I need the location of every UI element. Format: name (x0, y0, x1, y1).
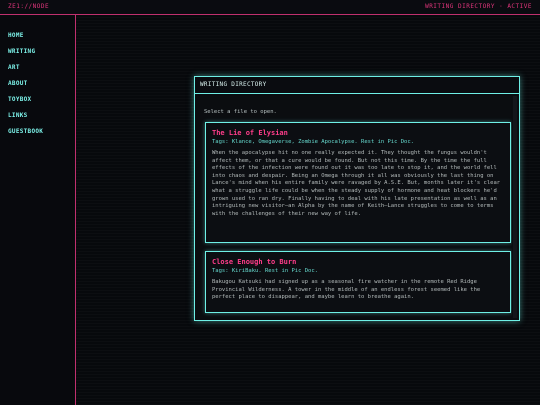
story-tags: Tags: KiriBaku. Rest in Pic Doc. (212, 268, 318, 274)
directory-scrollbar[interactable] (512, 96, 518, 318)
story-card[interactable]: Close Enough to Burn Tags: KiriBaku. Res… (205, 251, 511, 313)
story-summary: When the apocalypse hit no one really ex… (212, 150, 501, 217)
scrollbar-thumb[interactable] (513, 96, 517, 318)
directory-content: Select a file to open. The Lie of Elysia… (196, 96, 511, 318)
sidebar: HOME WRITING ART ABOUT TOYBOX LINKS GUES… (0, 15, 76, 405)
story-tags: Tags: Klance, Omegaverse, Zombie Apocaly… (212, 139, 414, 145)
sidebar-item-about[interactable]: ABOUT (8, 80, 43, 96)
window-title: WRITING DIRECTORY (195, 77, 519, 94)
story-title[interactable]: The Lie of Elysian (212, 128, 504, 138)
story-title[interactable]: Close Enough to Burn (212, 257, 504, 267)
sidebar-item-guestbook[interactable]: GUESTBOOK (8, 128, 43, 144)
story-summary: Bakugou Katsuki had signed up as a seaso… (212, 279, 481, 301)
sidebar-item-toybox[interactable]: TOYBOX (8, 96, 43, 112)
top-bar: ZE1://NODE WRITING DIRECTORY · ACTIVE (0, 0, 540, 15)
writing-directory-window: WRITING DIRECTORY Select a file to open.… (194, 76, 520, 321)
sidebar-item-writing[interactable]: WRITING (8, 48, 43, 64)
story-card[interactable]: The Lie of Elysian Tags: Klance, Omegave… (205, 122, 511, 243)
sidebar-item-home[interactable]: HOME (8, 32, 43, 48)
sidebar-item-art[interactable]: ART (8, 64, 43, 80)
site-brand[interactable]: ZE1://NODE (8, 3, 49, 10)
sidebar-item-links[interactable]: LINKS (8, 112, 43, 128)
directory-hint: Select a file to open. (204, 109, 277, 115)
status-indicator: WRITING DIRECTORY · ACTIVE (425, 3, 532, 10)
sidebar-nav: HOME WRITING ART ABOUT TOYBOX LINKS GUES… (8, 32, 43, 144)
